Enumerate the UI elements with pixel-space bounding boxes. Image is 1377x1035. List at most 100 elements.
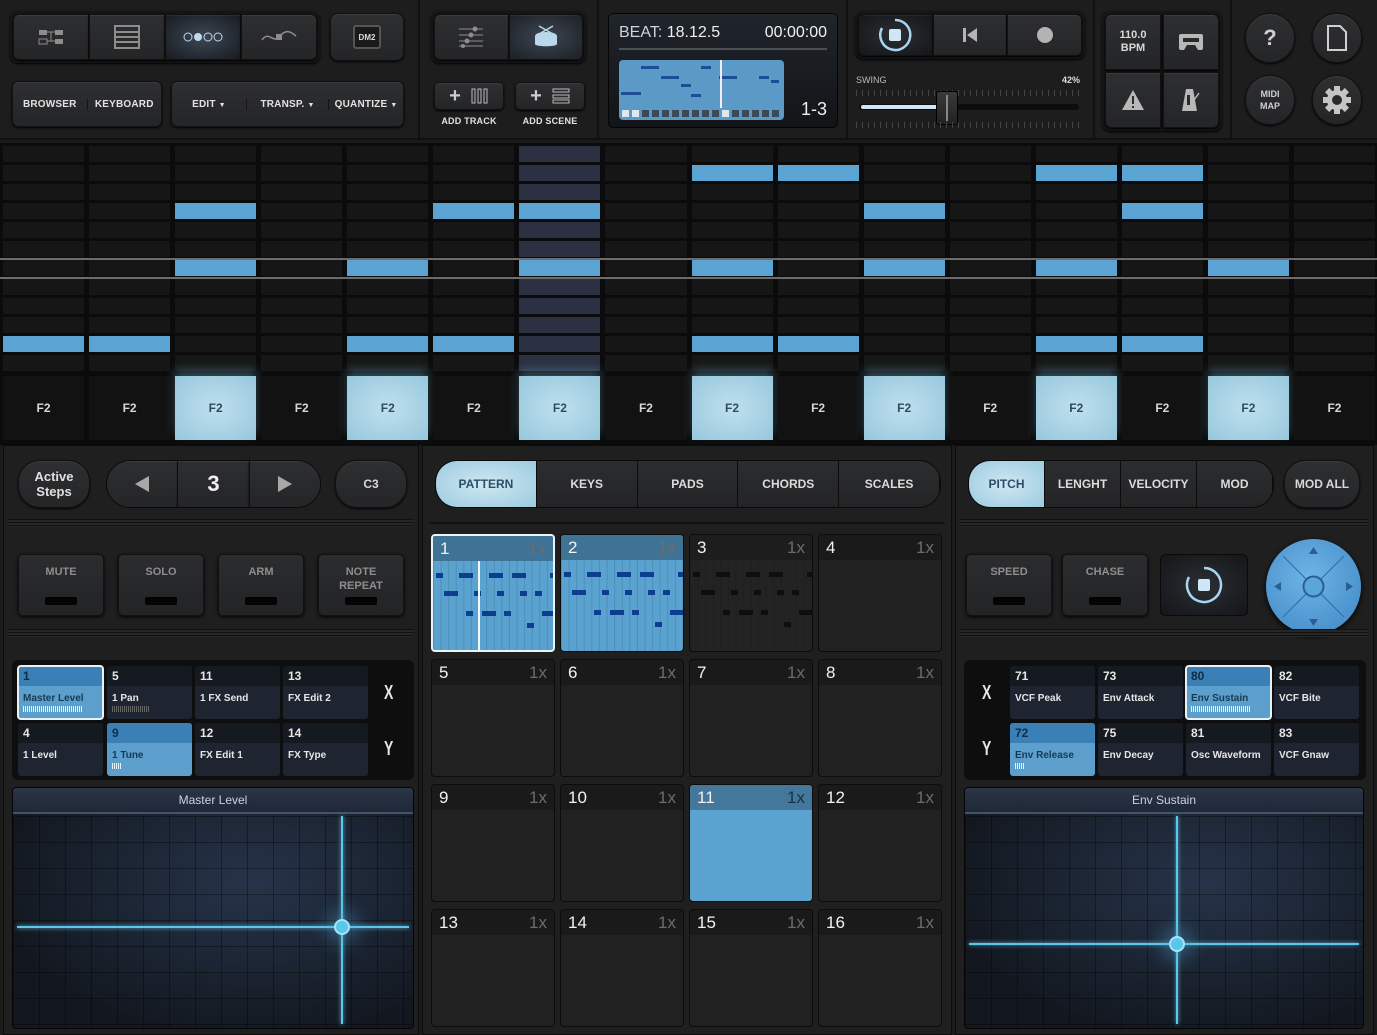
- step-sequencer[interactable]: F2 F2 F2 F2 F2 F2 F2 F2 F2 F2 F2 F2 F2 F2 F2 F2: [0, 143, 1377, 445]
- step-cell[interactable]: [433, 336, 515, 352]
- step-cell[interactable]: [1121, 203, 1203, 219]
- step-cell[interactable]: [175, 317, 257, 333]
- step-cell[interactable]: [1035, 241, 1117, 257]
- scene-slot[interactable]: 5 1x: [431, 659, 555, 777]
- step-cell[interactable]: [89, 203, 171, 219]
- step-cell[interactable]: [519, 184, 601, 200]
- step-cell[interactable]: [433, 298, 515, 314]
- step-cell[interactable]: [347, 165, 429, 181]
- step-cell[interactable]: [1035, 279, 1117, 295]
- step-cell[interactable]: [691, 241, 773, 257]
- browser-button[interactable]: BROWSER: [13, 98, 88, 110]
- step-cell[interactable]: [175, 260, 257, 276]
- step-cell[interactable]: [175, 298, 257, 314]
- step-cell[interactable]: [777, 298, 859, 314]
- scene-slot[interactable]: 12 1x: [818, 784, 942, 902]
- tab-chords[interactable]: CHORDS: [738, 461, 840, 507]
- keyboard-button[interactable]: KEYBOARD: [88, 99, 162, 110]
- step-cell[interactable]: [1293, 298, 1375, 314]
- step-cell[interactable]: [1207, 241, 1289, 257]
- step-cell[interactable]: [1035, 298, 1117, 314]
- tab-pitch[interactable]: PITCH: [969, 461, 1045, 507]
- step-cell[interactable]: [1121, 184, 1203, 200]
- step-cell[interactable]: [605, 146, 687, 162]
- stop-button[interactable]: [858, 14, 933, 56]
- step-cell[interactable]: [347, 336, 429, 352]
- step-cell[interactable]: [519, 241, 601, 257]
- step-cell[interactable]: [863, 222, 945, 238]
- step-cell[interactable]: [261, 184, 343, 200]
- step-cell[interactable]: [1293, 241, 1375, 257]
- step-cell[interactable]: [433, 317, 515, 333]
- scene-slot[interactable]: 2 1x: [560, 534, 684, 652]
- step-cell[interactable]: [175, 222, 257, 238]
- direction-pad[interactable]: [1266, 539, 1361, 634]
- step-cell[interactable]: [433, 146, 515, 162]
- step-cell[interactable]: [519, 222, 601, 238]
- step-cell[interactable]: [175, 241, 257, 257]
- mod-cell[interactable]: 72 Env Release: [1010, 723, 1095, 776]
- step-cell[interactable]: [691, 222, 773, 238]
- step-cell[interactable]: [3, 355, 85, 371]
- add-track-button[interactable]: +: [434, 82, 504, 110]
- step-cell[interactable]: [605, 317, 687, 333]
- step-cell[interactable]: [1293, 355, 1375, 371]
- step-pad[interactable]: F2: [863, 376, 945, 440]
- step-cell[interactable]: [1207, 279, 1289, 295]
- step-cell[interactable]: [175, 165, 257, 181]
- step-cell[interactable]: [605, 260, 687, 276]
- settings-button[interactable]: [1312, 75, 1362, 125]
- step-cell[interactable]: [433, 222, 515, 238]
- step-cell[interactable]: [863, 355, 945, 371]
- chase-stop-button[interactable]: [1160, 554, 1248, 616]
- mod-cell[interactable]: 4 1 Level: [18, 723, 103, 776]
- scene-slot[interactable]: 13 1x: [431, 909, 555, 1027]
- step-cell[interactable]: [605, 298, 687, 314]
- step-cell[interactable]: [89, 260, 171, 276]
- root-note-button[interactable]: C3: [335, 460, 407, 508]
- step-cell[interactable]: [261, 241, 343, 257]
- step-cell[interactable]: [777, 203, 859, 219]
- tab-pads[interactable]: PADS: [637, 461, 739, 507]
- step-cell[interactable]: [519, 279, 601, 295]
- mod-cell[interactable]: 83 VCF Gnaw: [1274, 723, 1359, 776]
- mod-all-button[interactable]: MOD ALL: [1284, 460, 1360, 508]
- step-cell[interactable]: [347, 298, 429, 314]
- step-cell[interactable]: [347, 279, 429, 295]
- step-cell[interactable]: [949, 241, 1031, 257]
- step-cell[interactable]: [1207, 203, 1289, 219]
- step-cell[interactable]: [261, 146, 343, 162]
- step-cell[interactable]: [605, 203, 687, 219]
- step-cell[interactable]: [175, 355, 257, 371]
- scene-slot[interactable]: 14 1x: [560, 909, 684, 1027]
- step-cell[interactable]: [3, 203, 85, 219]
- step-cell[interactable]: [1035, 203, 1117, 219]
- step-pad[interactable]: F2: [691, 376, 773, 440]
- step-cell[interactable]: [519, 317, 601, 333]
- step-cell[interactable]: [949, 222, 1031, 238]
- step-cell[interactable]: [605, 336, 687, 352]
- step-cell[interactable]: [1035, 317, 1117, 333]
- step-cell[interactable]: [691, 279, 773, 295]
- scene-slot[interactable]: 16 1x: [818, 909, 942, 1027]
- step-cell[interactable]: [433, 260, 515, 276]
- step-cell[interactable]: [1207, 222, 1289, 238]
- scene-slot[interactable]: 11 1x: [689, 784, 813, 902]
- step-cell[interactable]: [1121, 146, 1203, 162]
- step-cell[interactable]: [691, 260, 773, 276]
- step-cell[interactable]: [949, 279, 1031, 295]
- step-cell[interactable]: [347, 203, 429, 219]
- step-cell[interactable]: [261, 260, 343, 276]
- step-cell[interactable]: [691, 146, 773, 162]
- step-cell[interactable]: [777, 241, 859, 257]
- step-cell[interactable]: [519, 146, 601, 162]
- help-button[interactable]: ?: [1245, 13, 1295, 63]
- step-cell[interactable]: [691, 298, 773, 314]
- step-cell[interactable]: [1121, 336, 1203, 352]
- xy-pad[interactable]: Env Sustain: [964, 787, 1364, 1029]
- bpm-button[interactable]: 110.0 BPM: [1105, 14, 1161, 70]
- mod-cell[interactable]: 82 VCF Bite: [1274, 666, 1359, 719]
- mixer-button[interactable]: [434, 14, 509, 60]
- record-button[interactable]: [1007, 14, 1083, 56]
- step-cell[interactable]: [777, 165, 859, 181]
